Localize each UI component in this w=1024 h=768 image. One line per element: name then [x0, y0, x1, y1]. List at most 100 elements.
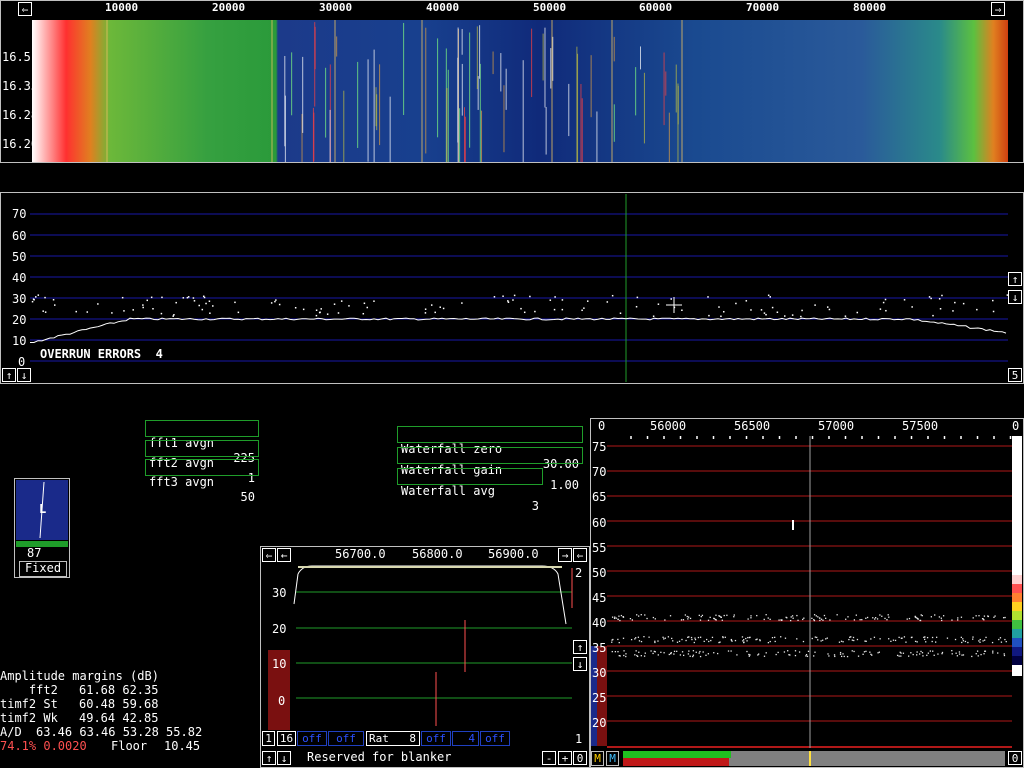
waterfall-freq-tick: 10000 — [105, 1, 139, 14]
fft3-avgn-box[interactable]: fft3 avgn 50 — [145, 459, 259, 504]
highres-zero-button[interactable]: 0 — [1008, 751, 1022, 765]
highres-freq-tick: 57000 — [818, 419, 855, 433]
baseband-y-label: 20 — [272, 622, 287, 636]
baseband-up-button[interactable]: ↑ — [573, 640, 587, 654]
waterfall-freq-tick: 30000 — [319, 1, 353, 14]
spectrum-graph[interactable] — [30, 194, 1008, 382]
overrun-errors-text: OVERRUN ERRORS 4 — [40, 347, 163, 361]
waterfall-image[interactable] — [32, 20, 1008, 162]
baseband-freq-scale: 56700.0 56800.0 56900.0 — [294, 546, 556, 564]
bb-bandwidth-button[interactable]: 16 — [277, 731, 296, 746]
highres-m2-button[interactable]: M — [606, 751, 619, 766]
spectrum-scale-down-button[interactable]: ↓ — [17, 368, 31, 382]
highres-y-label: 55 — [592, 541, 607, 555]
highres-y-label: 35 — [592, 641, 607, 655]
spectrum-zoom-up-button[interactable]: ↑ — [1008, 272, 1022, 286]
fft2-avgn-box[interactable]: fft2 avgn 1 — [145, 440, 259, 485]
spectrum-y-label: 60 — [12, 229, 27, 243]
level-bar-marker — [809, 751, 811, 766]
baseband-freq-tick: 56900.0 — [488, 547, 539, 561]
amplitude-margins-title: Amplitude margins (dB) — [0, 669, 159, 683]
margin-row-label: fft2 — [0, 683, 58, 697]
s-meter[interactable]: L 87 Fixed — [14, 478, 70, 578]
bb-off3-button[interactable]: off — [421, 731, 451, 746]
waterfall-freq-tick: 70000 — [746, 1, 780, 14]
baseband-left-fast-button[interactable]: ⇐ — [262, 548, 276, 562]
bb-plus-button[interactable]: + — [558, 751, 572, 765]
bb-4-button[interactable]: 4 — [452, 731, 479, 746]
spectrum-y-label: 50 — [12, 250, 27, 264]
waterfall-freq-tick: 40000 — [426, 1, 460, 14]
baseband-right-bottom-label: 1 — [575, 732, 583, 746]
highres-y-label: 50 — [592, 566, 607, 580]
level-bar-green — [623, 751, 731, 758]
baseband-freq-tick: 56700.0 — [335, 547, 386, 561]
baseband-graph[interactable] — [262, 564, 588, 730]
baseband-down-button[interactable]: ↓ — [573, 657, 587, 671]
highres-y-label: 70 — [592, 465, 607, 479]
highres-corner-left: 0 — [598, 419, 606, 433]
spectrum-y-label: 20 — [12, 313, 27, 327]
amplitude-margins-block: Amplitude margins (dB) fft2 61.68 62.35 … — [0, 669, 260, 768]
fft1-avgn-box[interactable]: fft1 avgn 225 — [145, 420, 259, 465]
param-label: Waterfall avg — [401, 484, 495, 498]
baseband-y-label: 0 — [278, 694, 286, 708]
cpu-load-text: 74.1% 0.0020 — [0, 739, 87, 753]
waterfall-freq-tick: 60000 — [639, 1, 673, 14]
s-meter-display: L — [16, 480, 68, 540]
highres-y-label: 75 — [592, 440, 607, 454]
highres-freq-scale: 56000 56500 57000 57500 — [610, 418, 1010, 436]
waterfall-scroll-left-button[interactable]: ⇐ — [18, 2, 32, 16]
baseband-y-label: 30 — [272, 586, 287, 600]
bb-blanker-down-button[interactable]: ↓ — [277, 751, 291, 765]
bb-off2-button[interactable]: off — [328, 731, 364, 746]
spectrum-scale-up-button[interactable]: ↑ — [2, 368, 16, 382]
level-bar-red — [623, 758, 729, 766]
baseband-right-button[interactable]: → — [558, 548, 572, 562]
waterfall-avg-box[interactable]: Waterfall avg 3 — [397, 468, 543, 513]
bb-rate-box[interactable]: Rat 8 — [366, 731, 420, 746]
spectrum-y-label: 40 — [12, 271, 27, 285]
bb-rate-label: Rat — [369, 732, 389, 745]
spectrum-y-label: 70 — [12, 207, 27, 221]
baseband-right-fast-button[interactable]: ⇐ — [573, 548, 587, 562]
s-meter-mode-button[interactable]: Fixed — [19, 561, 67, 577]
highres-freq-tick: 57500 — [902, 419, 939, 433]
waterfall-freq-tick: 50000 — [533, 1, 567, 14]
bb-zero-button[interactable]: 0 — [573, 751, 587, 765]
bb-channel-button[interactable]: 1 — [262, 731, 275, 746]
param-value: 1.00 — [550, 478, 579, 492]
baseband-freq-tick: 56800.0 — [412, 547, 463, 561]
s-meter-value: 87 — [27, 546, 42, 560]
highres-graph[interactable] — [591, 436, 1023, 748]
waterfall-freq-tick: 20000 — [212, 1, 246, 14]
highres-m1-button[interactable]: M — [591, 751, 604, 766]
spectrum-corner-value[interactable]: 5 — [1008, 368, 1022, 382]
highres-corner-right: 0 — [1012, 419, 1020, 433]
bb-off4-button[interactable]: off — [480, 731, 510, 746]
margin-row-label: A/D — [0, 725, 22, 739]
baseband-y-label: 10 — [272, 657, 287, 671]
highres-y-label: 40 — [592, 616, 607, 630]
bb-off1-button[interactable]: off — [297, 731, 327, 746]
bb-rate-value: 8 — [409, 732, 416, 745]
highres-y-label: 20 — [592, 716, 607, 730]
waterfall-gain-box[interactable]: Waterfall gain 1.00 — [397, 447, 583, 492]
baseband-left-button[interactable]: ← — [277, 548, 291, 562]
bb-minus-button[interactable]: - — [542, 751, 556, 765]
bb-blanker-up-button[interactable]: ↑ — [262, 751, 276, 765]
margin-row-values: 61.68 62.35 — [79, 683, 159, 697]
spectrum-zoom-down-button[interactable]: ↓ — [1008, 290, 1022, 304]
waterfall-freq-tick: 80000 — [853, 1, 887, 14]
waterfall-zero-box[interactable]: Waterfall zero 30.00 — [397, 426, 583, 471]
highres-y-label: 45 — [592, 591, 607, 605]
waterfall-freq-scale: 10000 20000 30000 40000 50000 60000 7000… — [32, 0, 1008, 18]
highres-freq-tick: 56500 — [734, 419, 771, 433]
baseband-right-top-label: 2 — [575, 566, 583, 580]
margin-row-label: timf2 St — [0, 697, 58, 711]
param-label: fft3 avgn — [149, 475, 215, 489]
param-value: 50 — [240, 490, 255, 504]
highres-level-bar[interactable] — [623, 751, 1005, 766]
highres-y-label: 65 — [592, 490, 607, 504]
spectrum-y-label: 0 — [18, 355, 26, 369]
